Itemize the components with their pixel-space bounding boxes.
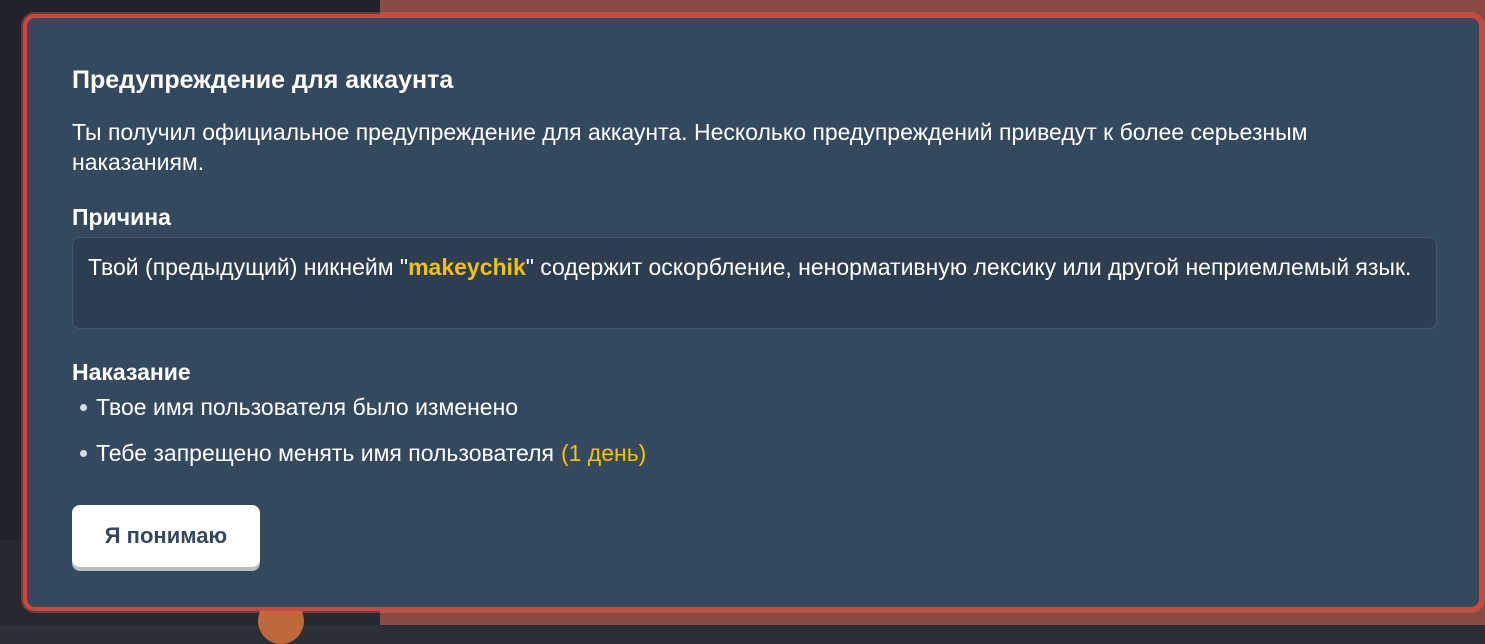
bullet-icon bbox=[80, 449, 87, 457]
punishment-item-text: Твое имя пользователя было изменено bbox=[96, 394, 519, 420]
punishment-heading: Наказание bbox=[72, 359, 191, 385]
punishment-duration: (1 день) bbox=[560, 440, 647, 466]
reason-text-before: Твой (предыдущий) никнейм " bbox=[88, 254, 409, 280]
punishment-list: Твое имя пользователя было изменено Тебе… bbox=[72, 392, 646, 484]
acknowledge-button[interactable]: Я понимаю bbox=[72, 505, 260, 567]
punishment-item: Тебе запрещено менять имя пользователя (… bbox=[72, 438, 646, 468]
reason-box: Твой (предыдущий) никнейм "makeychik" со… bbox=[72, 237, 1437, 329]
account-warning-dialog: Предупреждение для аккаунта Ты получил о… bbox=[23, 14, 1483, 611]
dialog-description: Ты получил официальное предупреждение дл… bbox=[72, 119, 1308, 175]
reason-text-after: " содержит оскорбление, ненормативную ле… bbox=[525, 254, 1412, 280]
reason-username: makeychik bbox=[408, 254, 526, 280]
bullet-icon bbox=[80, 403, 87, 411]
punishment-item-text: Тебе запрещено менять имя пользователя bbox=[96, 440, 554, 466]
dialog-title: Предупреждение для аккаунта bbox=[72, 66, 454, 94]
reason-heading: Причина bbox=[72, 204, 171, 230]
punishment-item: Твое имя пользователя было изменено bbox=[72, 392, 646, 422]
